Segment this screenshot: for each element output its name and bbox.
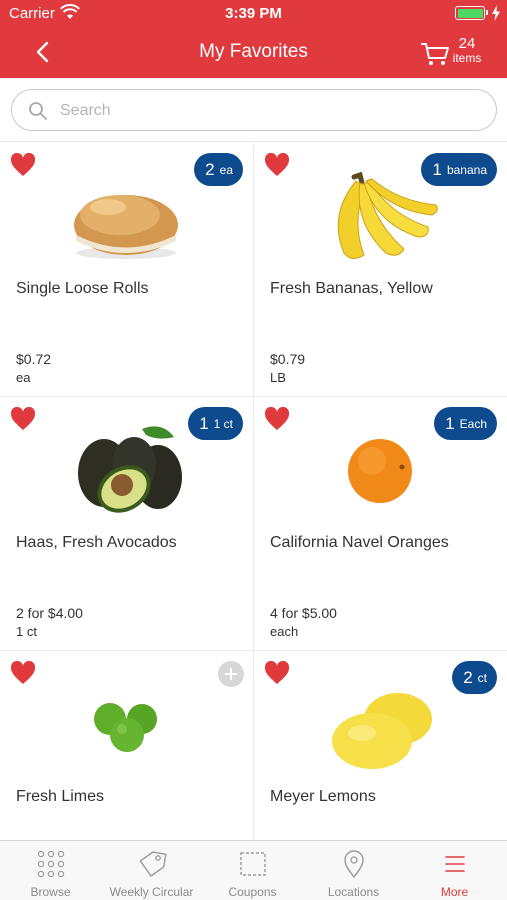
heart-icon[interactable] bbox=[264, 153, 290, 177]
charging-icon bbox=[492, 5, 500, 21]
tab-label: Weekly Circular bbox=[109, 885, 194, 899]
quantity-badge[interactable]: 2 ct bbox=[452, 661, 497, 694]
tag-icon bbox=[139, 851, 167, 877]
product-price: $0.72 bbox=[16, 351, 52, 367]
add-to-cart-button[interactable] bbox=[218, 661, 244, 687]
top-bar: Carrier 3:39 PM My Favorites 24 items bbox=[0, 0, 507, 78]
heart-icon[interactable] bbox=[264, 661, 290, 685]
status-time: 3:39 PM bbox=[225, 5, 282, 22]
tab-bar: Browse Weekly Circular Coupons Locations… bbox=[0, 840, 507, 900]
grid-dots-icon bbox=[37, 850, 65, 878]
product-card[interactable]: 2 ct Meyer Lemons bbox=[254, 651, 507, 840]
tab-browse[interactable]: Browse bbox=[0, 841, 101, 900]
product-price: 4 for $5.00 bbox=[270, 605, 337, 621]
product-unit: LB bbox=[270, 370, 286, 385]
product-card[interactable]: 1 banana Fresh Bananas, Yellow $0.79 LB bbox=[254, 143, 507, 396]
product-card[interactable]: 1 1 ct Haas, Fresh Avocados 2 for $4.00 … bbox=[0, 397, 253, 650]
quantity-unit: banana bbox=[446, 162, 487, 177]
menu-icon bbox=[445, 856, 465, 872]
banana-image bbox=[337, 171, 438, 259]
cart-count[interactable]: 24 items bbox=[450, 36, 484, 64]
quantity-badge[interactable]: 2 ea bbox=[194, 153, 243, 186]
quantity-number: 1 bbox=[199, 413, 209, 433]
nav-bar: My Favorites 24 items bbox=[0, 28, 507, 78]
product-name: Meyer Lemons bbox=[270, 788, 376, 805]
product-price: $0.79 bbox=[270, 351, 306, 367]
tab-locations[interactable]: Locations bbox=[303, 841, 404, 900]
quantity-number: 1 bbox=[445, 413, 455, 433]
tab-more[interactable]: More bbox=[404, 841, 505, 900]
bread-roll-image bbox=[74, 195, 178, 259]
search-section bbox=[0, 78, 507, 142]
quantity-unit: ea bbox=[219, 162, 233, 177]
heart-icon[interactable] bbox=[10, 153, 36, 177]
quantity-unit: 1 ct bbox=[213, 416, 233, 431]
product-card[interactable]: 2 ea Single Loose Rolls $0.72 ea bbox=[0, 143, 253, 396]
orange-image bbox=[348, 439, 412, 503]
lemon-image bbox=[332, 693, 432, 769]
cart-count-number: 24 bbox=[458, 35, 476, 52]
product-name: California Navel Oranges bbox=[270, 534, 449, 551]
tab-label: Coupons bbox=[228, 885, 277, 899]
battery-icon bbox=[455, 6, 488, 20]
cart-count-label: items bbox=[452, 51, 482, 65]
product-card[interactable]: Fresh Limes bbox=[0, 651, 253, 840]
product-unit: 1 ct bbox=[16, 624, 37, 639]
quantity-badge[interactable]: 1 1 ct bbox=[188, 407, 243, 440]
product-unit: each bbox=[270, 624, 299, 639]
search-input[interactable] bbox=[60, 98, 480, 124]
product-price: 2 for $4.00 bbox=[16, 605, 83, 621]
product-name: Single Loose Rolls bbox=[16, 280, 149, 297]
coupon-icon bbox=[240, 852, 266, 876]
heart-icon[interactable] bbox=[264, 407, 290, 431]
quantity-unit: ct bbox=[477, 670, 487, 685]
tab-weekly-circular[interactable]: Weekly Circular bbox=[101, 841, 202, 900]
search-icon bbox=[29, 102, 47, 120]
quantity-number: 2 bbox=[205, 159, 215, 179]
tab-label: Browse bbox=[30, 885, 71, 899]
product-name: Haas, Fresh Avocados bbox=[16, 534, 177, 551]
heart-icon[interactable] bbox=[10, 661, 36, 685]
product-unit: ea bbox=[16, 370, 31, 385]
product-name: Fresh Limes bbox=[16, 788, 105, 805]
search-bar[interactable] bbox=[11, 89, 497, 131]
tab-label: Locations bbox=[327, 885, 380, 899]
tab-coupons[interactable]: Coupons bbox=[202, 841, 303, 900]
avocado-image bbox=[78, 426, 182, 513]
map-pin-icon bbox=[344, 850, 364, 879]
favorites-grid: 2 ea Single Loose Rolls $0.72 ea 1 banan… bbox=[0, 143, 507, 840]
heart-icon[interactable] bbox=[10, 407, 36, 431]
quantity-number: 2 bbox=[463, 667, 473, 687]
quantity-unit: Each bbox=[459, 416, 487, 431]
product-card[interactable]: 1 Each California Navel Oranges 4 for $5… bbox=[254, 397, 507, 650]
product-name: Fresh Bananas, Yellow bbox=[270, 280, 433, 297]
cart-icon[interactable] bbox=[420, 38, 450, 68]
lime-image bbox=[94, 703, 157, 752]
tab-label: More bbox=[440, 885, 469, 899]
status-bar: Carrier 3:39 PM bbox=[0, 0, 507, 28]
